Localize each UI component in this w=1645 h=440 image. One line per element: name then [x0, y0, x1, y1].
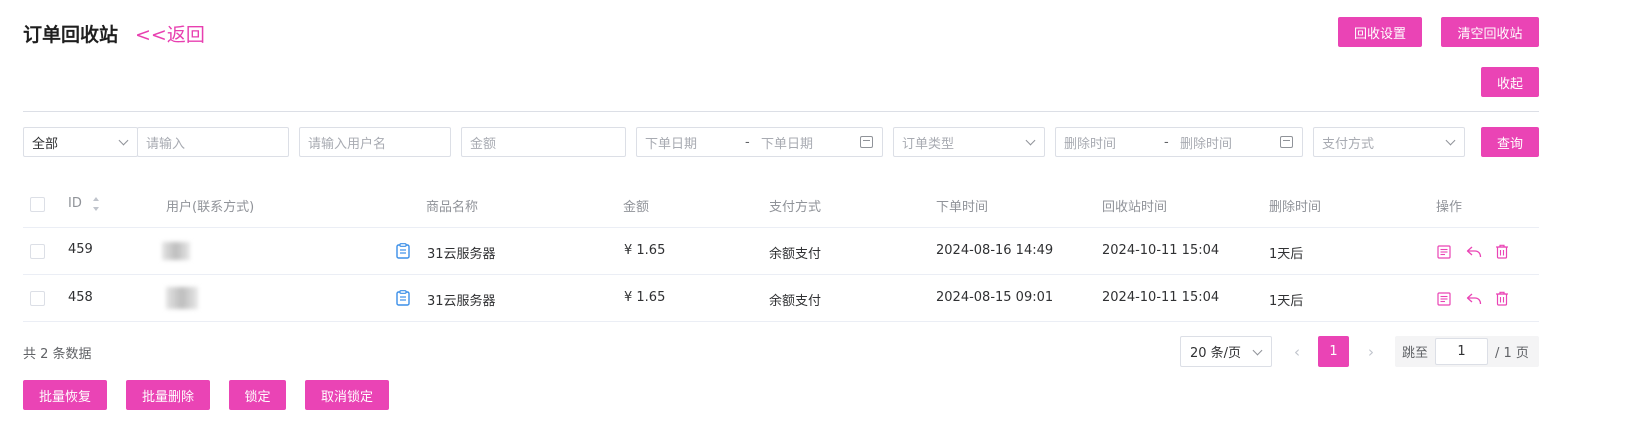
- row-id: 459: [68, 242, 93, 257]
- row-checkbox[interactable]: [30, 244, 45, 259]
- keyword-placeholder: 请输入: [146, 136, 186, 152]
- sort-icon[interactable]: [93, 196, 101, 212]
- order-date-end: 下单日期: [761, 136, 814, 152]
- chevron-down-icon: [1445, 135, 1456, 146]
- chevron-left-icon: ‹: [1294, 342, 1300, 361]
- document-icon[interactable]: [396, 290, 410, 306]
- column-header-amount: 金额: [623, 200, 650, 215]
- row-delete-time: 1天后: [1269, 294, 1304, 309]
- row-product[interactable]: 31云服务器: [427, 243, 496, 262]
- row-amount: ¥ 1.65: [624, 290, 666, 305]
- order-recycle-page: 订单回收站 <<返回 回收设置 清空回收站 收起 全部 请输入 请输入用户名 金…: [0, 0, 1645, 440]
- row-pay-method: 余额支付: [769, 294, 822, 309]
- page-1-button[interactable]: 1: [1318, 336, 1349, 367]
- column-header-order-time: 下单时间: [936, 200, 989, 215]
- chevron-right-icon: ›: [1368, 342, 1374, 361]
- chevron-down-icon: [1252, 345, 1263, 356]
- delete-icon[interactable]: [1495, 244, 1509, 259]
- pay-method-select[interactable]: 支付方式: [1313, 127, 1465, 157]
- delete-time-separator: -: [1164, 134, 1169, 150]
- delete-icon[interactable]: [1495, 291, 1509, 306]
- username-input[interactable]: 请输入用户名: [299, 127, 451, 157]
- order-type-select[interactable]: 订单类型: [893, 127, 1045, 157]
- delete-time-start: 删除时间: [1064, 136, 1117, 152]
- jump-page-input[interactable]: 1: [1435, 338, 1489, 365]
- clear-recycle-button[interactable]: 清空回收站: [1441, 17, 1539, 47]
- next-page-button[interactable]: ›: [1356, 336, 1386, 367]
- column-header-delete-time: 删除时间: [1269, 200, 1322, 215]
- chevron-down-icon: [1025, 135, 1036, 146]
- row-pay-method: 余额支付: [769, 247, 822, 262]
- column-header-user: 用户(联系方式): [166, 200, 255, 215]
- total-pages: / 1 页: [1495, 346, 1529, 361]
- column-header-recycle-time: 回收站时间: [1102, 200, 1168, 215]
- row-order-time: 2024-08-15 09:01: [936, 290, 1054, 305]
- user-contact-redacted: [166, 287, 198, 309]
- batch-restore-button[interactable]: 批量恢复: [23, 380, 107, 410]
- order-date-separator: -: [745, 134, 750, 150]
- row-checkbox[interactable]: [30, 291, 45, 306]
- scope-select-value: 全部: [32, 136, 59, 152]
- page-size-value: 20 条/页: [1190, 346, 1242, 361]
- row-id: 458: [68, 290, 93, 305]
- query-button[interactable]: 查询: [1481, 127, 1539, 157]
- order-date-range[interactable]: 下单日期 - 下单日期: [636, 127, 883, 157]
- document-icon[interactable]: [396, 243, 410, 259]
- scope-select[interactable]: 全部: [23, 127, 138, 157]
- divider: [23, 111, 1539, 112]
- page-title: 订单回收站: [23, 24, 119, 46]
- restore-icon[interactable]: [1466, 245, 1482, 259]
- lock-button[interactable]: 锁定: [229, 380, 286, 410]
- select-all-checkbox[interactable]: [30, 197, 45, 212]
- row-divider: [23, 321, 1539, 322]
- unlock-button[interactable]: 取消锁定: [305, 380, 389, 410]
- column-header-product: 商品名称: [426, 200, 479, 215]
- delete-time-end: 删除时间: [1180, 136, 1233, 152]
- row-divider: [23, 227, 1539, 228]
- order-type-placeholder: 订单类型: [902, 136, 955, 152]
- chevron-down-icon: [118, 135, 129, 146]
- restore-icon[interactable]: [1466, 292, 1482, 306]
- amount-placeholder: 金额: [470, 136, 497, 152]
- batch-delete-button[interactable]: 批量删除: [126, 380, 210, 410]
- calendar-icon: [1280, 136, 1293, 148]
- user-contact-redacted: [162, 242, 190, 260]
- amount-input[interactable]: 金额: [461, 127, 626, 157]
- back-link[interactable]: <<返回: [135, 20, 205, 47]
- column-header-pay-method: 支付方式: [769, 200, 822, 215]
- total-count: 共 2 条数据: [23, 347, 92, 362]
- page-size-select[interactable]: 20 条/页: [1180, 336, 1272, 367]
- order-date-start: 下单日期: [645, 136, 698, 152]
- collapse-button[interactable]: 收起: [1481, 67, 1539, 97]
- detail-icon[interactable]: [1437, 245, 1451, 259]
- prev-page-button[interactable]: ‹: [1282, 336, 1312, 367]
- page-jumper: 跳至 1 / 1 页: [1395, 336, 1539, 367]
- row-product[interactable]: 31云服务器: [427, 290, 496, 309]
- pay-method-placeholder: 支付方式: [1322, 136, 1375, 152]
- jump-label: 跳至: [1402, 346, 1429, 361]
- keyword-input[interactable]: 请输入: [137, 127, 289, 157]
- recycle-settings-button[interactable]: 回收设置: [1338, 17, 1422, 47]
- username-placeholder: 请输入用户名: [308, 136, 387, 152]
- row-recycle-time: 2024-10-11 15:04: [1102, 290, 1220, 305]
- row-recycle-time: 2024-10-11 15:04: [1102, 243, 1220, 258]
- column-header-actions: 操作: [1436, 200, 1463, 215]
- row-divider: [23, 274, 1539, 275]
- column-header-id[interactable]: ID: [68, 196, 82, 211]
- calendar-icon: [860, 136, 873, 148]
- row-delete-time: 1天后: [1269, 247, 1304, 262]
- detail-icon[interactable]: [1437, 292, 1451, 306]
- row-amount: ¥ 1.65: [624, 243, 666, 258]
- row-order-time: 2024-08-16 14:49: [936, 243, 1054, 258]
- delete-time-range[interactable]: 删除时间 - 删除时间: [1055, 127, 1303, 157]
